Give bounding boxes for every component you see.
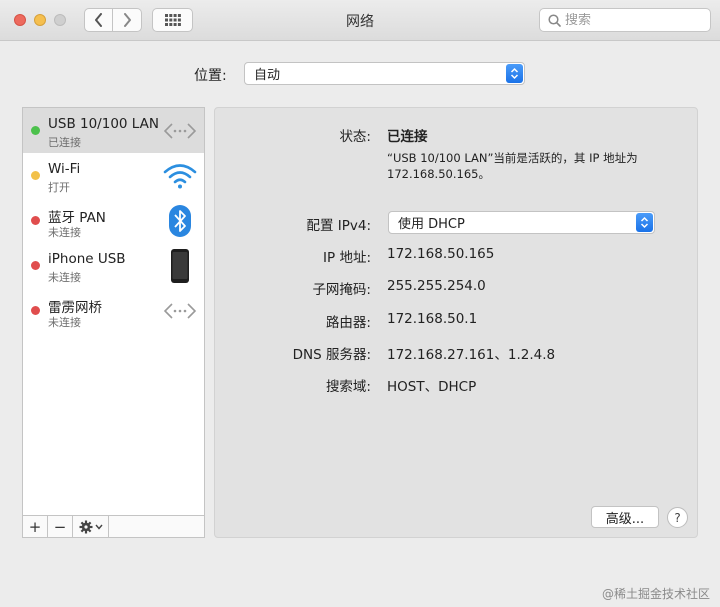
chevron-right-icon [124,13,131,27]
service-actions-button[interactable] [73,516,109,537]
service-item-wifi[interactable]: Wi-Fi 打开 [23,153,204,198]
title-bar: 网络 [0,0,720,41]
status-label: 状态: [339,129,371,145]
service-detail-panel: 状态: 已连接 “USB 10/100 LAN”当前是活跃的，其 IP 地址为 … [214,107,698,538]
add-service-button[interactable]: + [23,516,48,537]
service-name: Wi-Fi [48,161,81,177]
ethernet-icon [162,114,198,148]
ip-address-label: IP 地址: [323,250,371,266]
advanced-button[interactable]: 高级... [591,506,659,528]
status-dot-disconnected [31,261,40,270]
service-list: USB 10/100 LAN 已连接 Wi-Fi 打开 蓝牙 PAN 未连接 i… [22,107,205,516]
location-label: 位置: [194,68,227,84]
search-icon [548,13,561,27]
wifi-icon [162,159,198,193]
service-item-usb-lan[interactable]: USB 10/100 LAN 已连接 [23,108,204,153]
updown-arrows-icon [636,213,653,232]
location-select[interactable]: 自动 [244,62,525,85]
subnet-mask-label: 子网掩码: [312,282,371,298]
show-all-button[interactable] [152,8,193,32]
status-description-line1: “USB 10/100 LAN”当前是活跃的，其 IP 地址为 [387,151,638,165]
service-name: USB 10/100 LAN [48,116,159,132]
zoom-window-button[interactable] [54,14,66,26]
updown-arrows-icon [506,64,523,83]
service-list-toolbar: + − [22,516,205,538]
service-item-iphone-usb[interactable]: iPhone USB 未连接 [23,243,204,288]
service-item-bluetooth-pan[interactable]: 蓝牙 PAN 未连接 [23,198,204,243]
service-name: 雷雳网桥 [48,300,102,316]
search-field[interactable] [539,8,711,32]
back-button[interactable] [84,8,113,32]
service-item-thunderbolt-bridge[interactable]: 雷雳网桥 未连接 [23,288,204,333]
grid-icon [164,14,181,26]
minimize-window-button[interactable] [34,14,46,26]
service-status: 未连接 [48,316,81,329]
service-status: 打开 [48,181,70,194]
search-domain-label: 搜索域: [325,379,371,395]
close-window-button[interactable] [14,14,26,26]
bluetooth-icon [162,204,198,238]
router-label: 路由器: [325,315,371,331]
router-value: 172.168.50.1 [387,311,478,327]
search-input[interactable] [565,12,705,28]
configure-ipv4-value: 使用 DHCP [398,217,465,232]
chevron-left-icon [94,13,102,27]
dns-server-value: 172.168.27.161、1.2.4.8 [387,347,556,363]
service-status: 未连接 [48,226,81,239]
remove-service-button[interactable]: − [48,516,73,537]
service-status: 未连接 [48,271,81,284]
configure-ipv4-select[interactable]: 使用 DHCP [388,211,655,234]
forward-button[interactable] [113,8,142,32]
status-description-line2: 172.168.50.165。 [387,167,490,181]
configure-ipv4-label: 配置 IPv4: [306,218,371,234]
thunderbolt-bridge-icon [162,294,198,328]
status-value: 已连接 [387,129,428,145]
status-dot-disconnected [31,306,40,315]
service-name: iPhone USB [48,251,126,267]
subnet-mask-value: 255.255.254.0 [387,278,486,294]
dns-server-label: DNS 服务器: [292,347,371,363]
status-dot-on [31,171,40,180]
status-dot-connected [31,126,40,135]
chevron-down-icon [94,524,103,530]
location-value: 自动 [254,68,281,83]
help-button[interactable]: ? [667,507,688,528]
gear-icon [79,520,92,533]
service-name: 蓝牙 PAN [48,210,106,226]
watermark: @稀土掘金技术社区 [601,587,710,601]
service-status: 已连接 [48,136,81,149]
status-dot-disconnected [31,216,40,225]
iphone-icon [162,249,198,283]
ip-address-value: 172.168.50.165 [387,246,495,262]
search-domain-value: HOST、DHCP [387,379,477,395]
